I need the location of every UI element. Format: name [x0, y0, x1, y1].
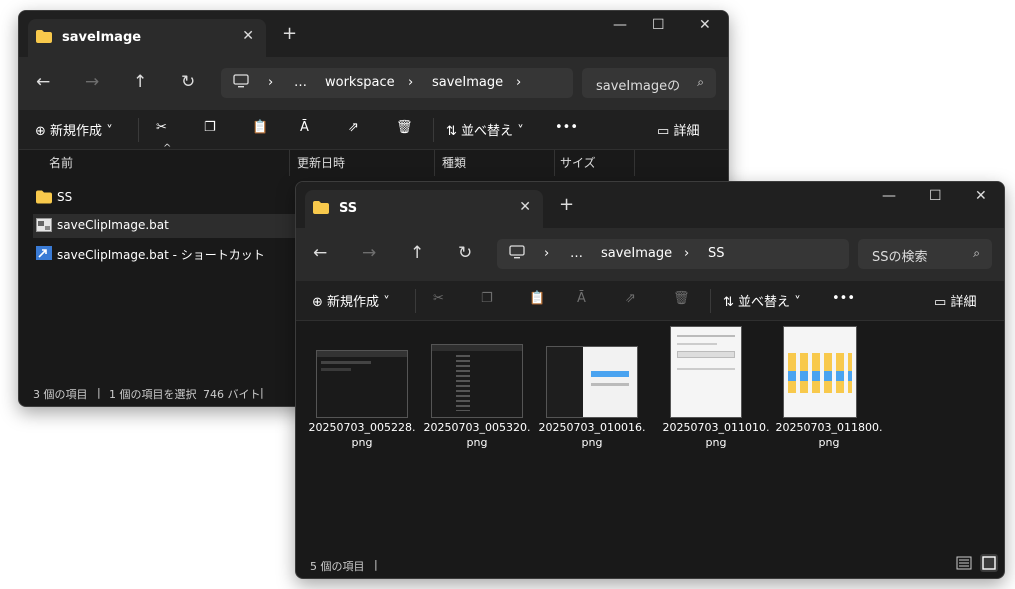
details-pane-icon: ▭	[657, 124, 670, 139]
navigation-bar: ← → ↑ ↻ › … workspace › saveImage › save…	[19, 57, 728, 110]
tab-saveimage[interactable]: saveImage ✕	[28, 19, 266, 57]
file-name: 20250703_005320. png	[423, 421, 531, 449]
address-bar[interactable]: › … workspace › saveImage ›	[221, 68, 573, 98]
sort-icon: ⇅	[446, 124, 457, 139]
breadcrumb-saveimage[interactable]: saveImage	[432, 75, 503, 90]
search-input[interactable]: saveImageの	[596, 75, 691, 94]
file-name: saveClipImage.bat	[57, 218, 169, 232]
chevron-right-icon: ›	[268, 75, 274, 90]
image-thumbnail	[670, 326, 742, 418]
list-item[interactable]: SS	[33, 186, 333, 210]
search-box[interactable]: saveImageの ⌕	[582, 68, 716, 98]
rename-icon[interactable]: Ā	[300, 120, 309, 135]
list-item[interactable]: saveClipImage.bat	[33, 214, 333, 238]
file-name: saveClipImage.bat - ショートカット	[57, 248, 265, 262]
plus-circle-icon: ⊕	[35, 124, 46, 139]
delete-icon[interactable]: 🗑	[396, 120, 413, 135]
column-modified[interactable]: 更新日時	[297, 154, 345, 171]
details-pane-button[interactable]: ▭ 詳細	[657, 120, 699, 139]
thumbnail-item[interactable]: 20250703_011010. png	[663, 326, 769, 449]
file-name: SS	[57, 190, 73, 204]
thumbnail-grid: 20250703_005228. png 20250703_005320. png …	[296, 182, 1004, 552]
list-item[interactable]: saveClipImage.bat - ショートカット	[33, 242, 333, 266]
bat-file-icon	[36, 218, 52, 232]
status-separator: |	[97, 386, 101, 399]
forward-icon[interactable]: →	[85, 72, 99, 92]
shortcut-icon	[36, 246, 52, 260]
file-name: 20250703_011010. png	[662, 421, 770, 449]
status-separator: |	[374, 558, 378, 571]
image-thumbnail	[431, 344, 523, 418]
computer-icon	[233, 73, 249, 93]
sort-button[interactable]: ⇅ 並べ替え ˅	[446, 120, 524, 139]
image-thumbnail	[316, 350, 408, 418]
chevron-right-icon: ›	[408, 75, 414, 90]
image-thumbnail	[783, 326, 857, 418]
large-icons-view-icon[interactable]	[980, 554, 998, 572]
column-name[interactable]: 名前	[49, 154, 73, 171]
explorer-window-ss: SS ✕ + — ☐ ✕ ← → ↑ ↻ › … saveImage › SS …	[295, 181, 1005, 579]
minimize-button[interactable]: —	[613, 17, 627, 33]
cut-icon[interactable]: ✂	[156, 120, 167, 135]
column-size[interactable]: サイズ	[560, 154, 596, 171]
search-icon: ⌕	[697, 75, 704, 89]
back-icon[interactable]: ←	[36, 72, 50, 92]
chevron-right-icon: ›	[516, 75, 522, 90]
folder-icon	[36, 30, 52, 43]
more-options-button[interactable]: •••	[555, 120, 578, 135]
selected-count: 1 個の項目を選択	[109, 388, 197, 401]
selected-size: 746 バイト	[203, 388, 261, 401]
up-icon[interactable]: ↑	[133, 72, 147, 92]
status-separator: |	[260, 386, 264, 399]
item-count: 3 個の項目	[33, 388, 88, 401]
new-tab-button[interactable]: +	[282, 23, 297, 44]
tab-title: saveImage	[62, 30, 142, 45]
share-icon[interactable]: ⇗	[348, 120, 359, 135]
thumbnail-item[interactable]: 20250703_005320. png	[424, 326, 530, 449]
refresh-icon[interactable]: ↻	[181, 72, 195, 92]
image-thumbnail	[546, 346, 638, 418]
status-bar: 5 個の項目 |	[296, 552, 1004, 578]
sort-up-icon: ^	[163, 143, 172, 154]
thumbnail-item[interactable]: 20250703_010016. png	[539, 326, 645, 449]
details-view-icon[interactable]	[956, 555, 972, 574]
file-name: 20250703_005228. png	[308, 421, 416, 449]
command-bar: ⊕ 新規作成 ˅ ✂ ❐ 📋 Ā ⇗ 🗑 ⇅ 並べ替え ˅ ••• ▭ 詳細	[19, 110, 728, 150]
thumbnail-item[interactable]: 20250703_011800. png	[776, 326, 882, 449]
column-type[interactable]: 種類	[442, 154, 466, 171]
copy-icon[interactable]: ❐	[204, 120, 216, 135]
file-name: 20250703_011800. png	[775, 421, 883, 449]
paste-icon[interactable]: 📋	[252, 120, 268, 135]
file-name: 20250703_010016. png	[538, 421, 646, 449]
title-bar: saveImage ✕ + — ☐ ✕	[19, 11, 728, 57]
item-count: 5 個の項目	[310, 560, 365, 573]
maximize-button[interactable]: ☐	[652, 17, 665, 33]
thumbnail-item[interactable]: 20250703_005228. png	[309, 326, 415, 449]
breadcrumb-overflow[interactable]: …	[294, 75, 307, 90]
breadcrumb-workspace[interactable]: workspace	[325, 75, 395, 90]
tab-close-icon[interactable]: ✕	[242, 28, 254, 44]
close-window-button[interactable]: ✕	[699, 17, 711, 33]
new-button[interactable]: ⊕ 新規作成 ˅	[35, 120, 113, 139]
folder-icon	[36, 190, 52, 204]
